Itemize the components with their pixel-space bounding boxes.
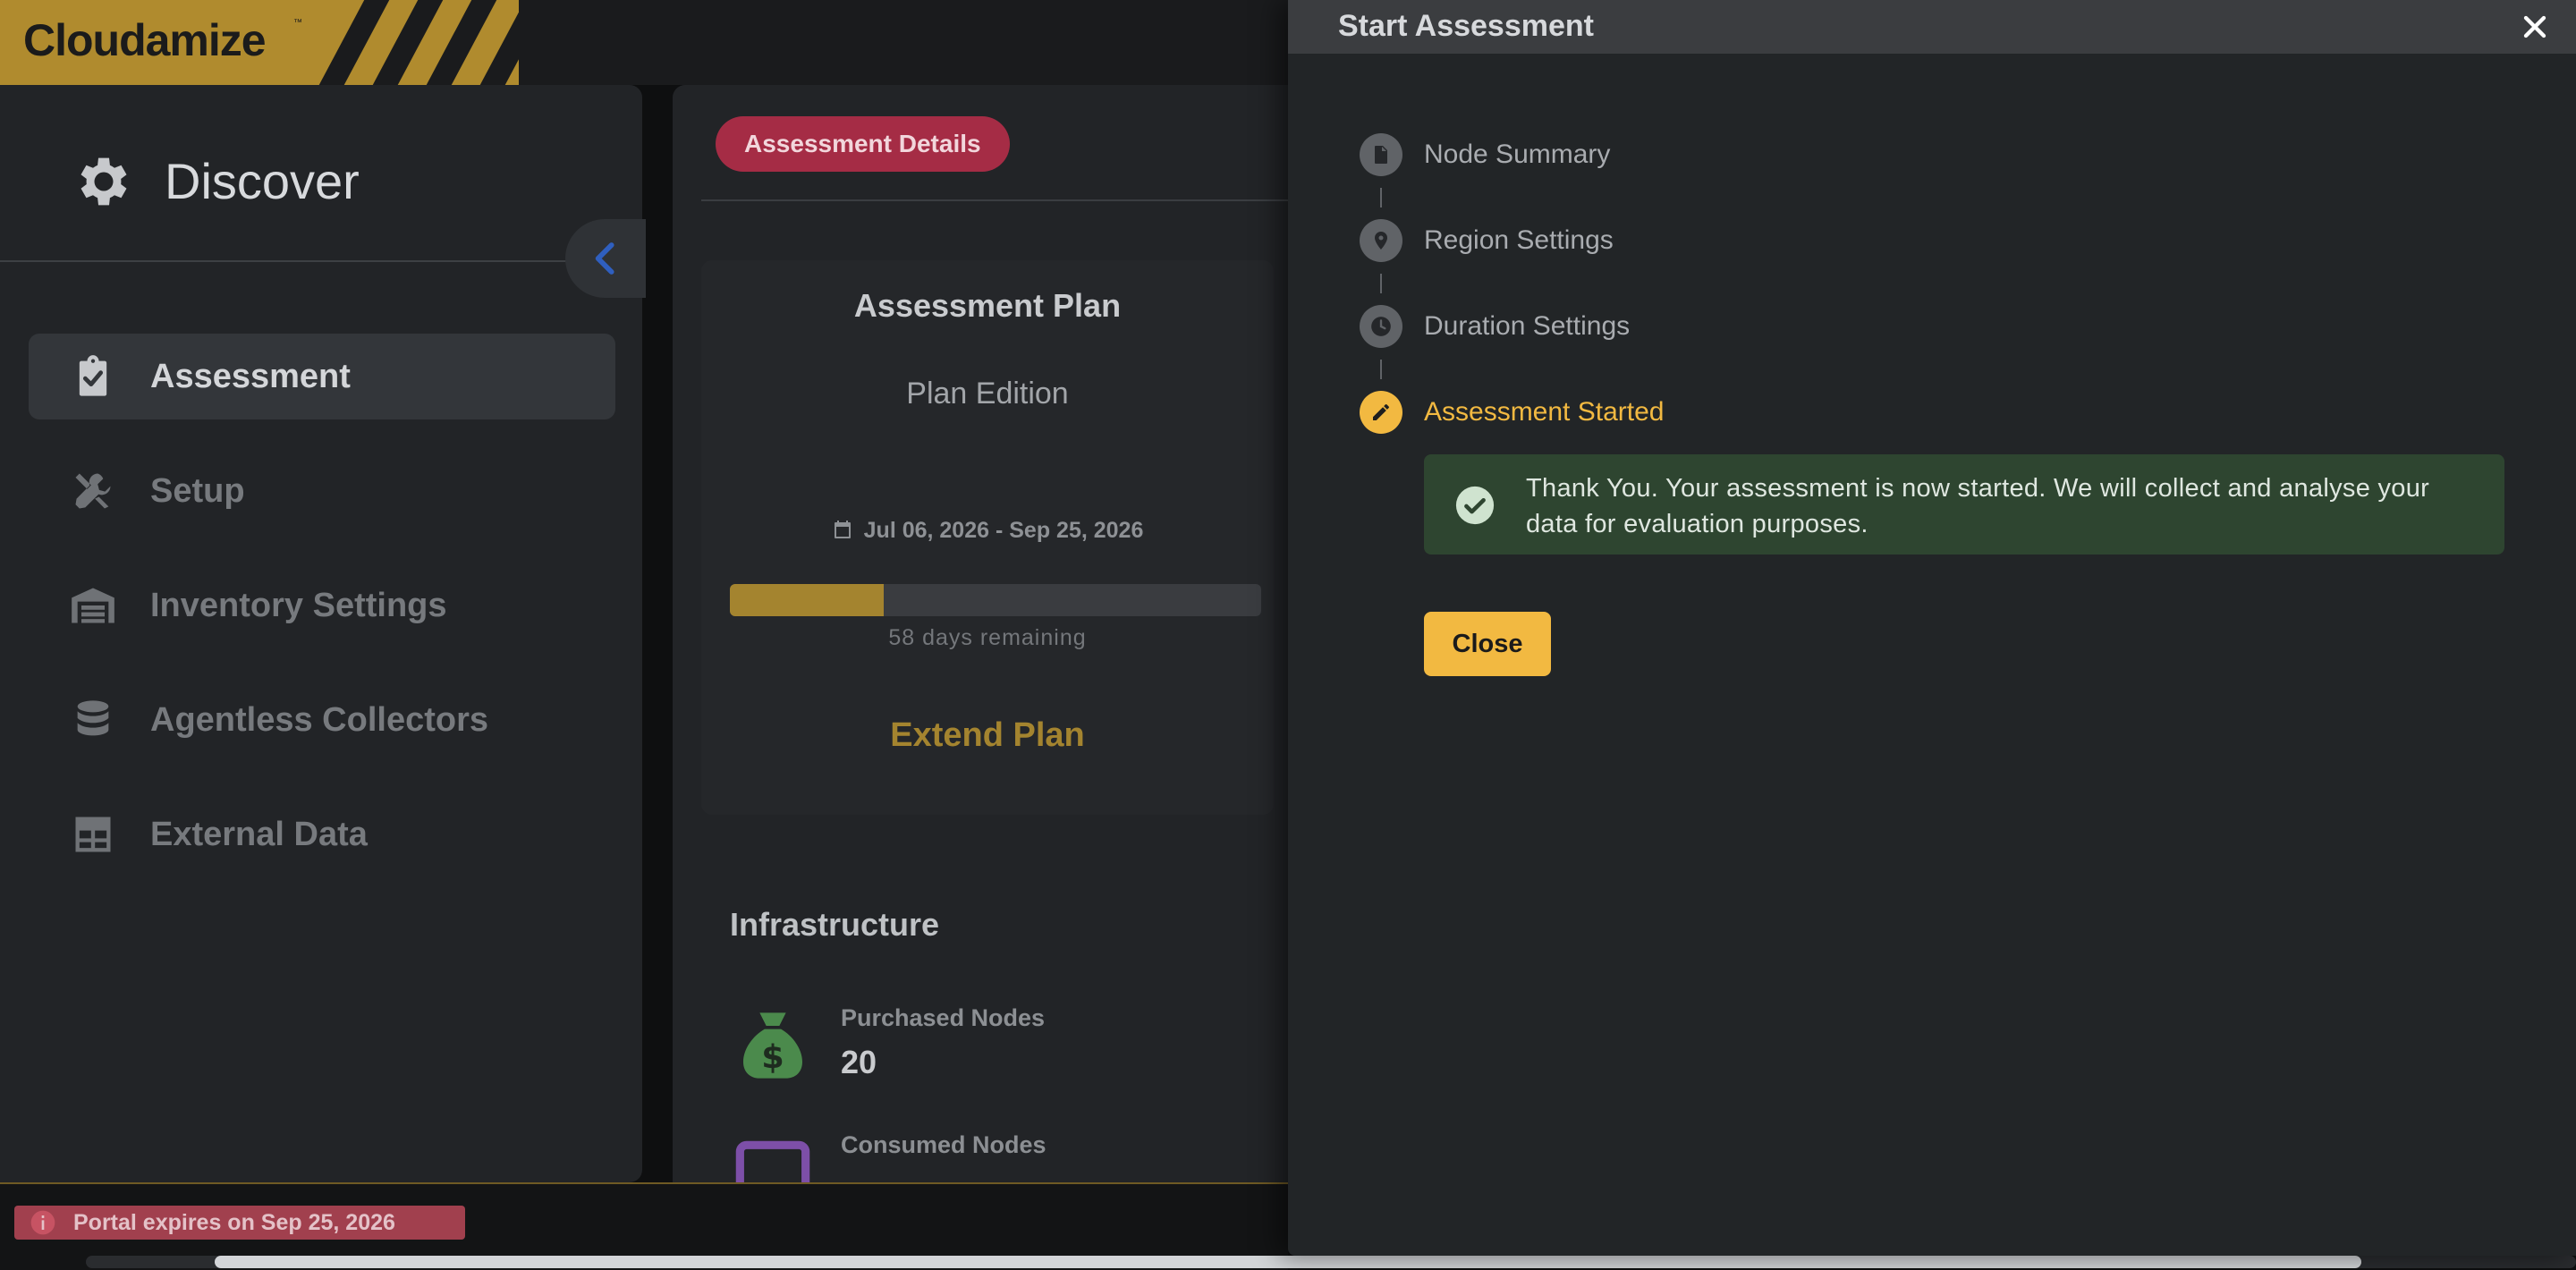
plan-progress-bar [730, 584, 1261, 616]
step-duration-settings: Duration Settings [1360, 304, 1630, 349]
step-region-settings: Region Settings [1360, 218, 1614, 263]
purchased-nodes-value: 20 [841, 1044, 877, 1080]
chevron-left-icon [595, 242, 614, 275]
step-assessment-started: Assessment Started [1360, 390, 1664, 435]
close-icon[interactable] [2517, 9, 2553, 45]
step-circle-active [1360, 391, 1402, 434]
sidebar-item-assessment[interactable]: Assessment [29, 334, 615, 419]
plan-progress-fill [730, 584, 885, 616]
infrastructure-title: Infrastructure [730, 906, 940, 943]
pencil-icon [1373, 403, 1389, 420]
step-node-summary: Node Summary [1360, 132, 1610, 177]
clock-icon [1371, 317, 1391, 336]
monitor-icon [735, 1140, 810, 1182]
sidebar-item-setup[interactable]: Setup [29, 448, 615, 534]
step-label: Region Settings [1424, 225, 1614, 255]
horizontal-scrollbar-thumb[interactable] [215, 1256, 2361, 1268]
purchased-nodes-label: Purchased Nodes [841, 1004, 1046, 1031]
days-remaining: 58 days remaining [888, 625, 1087, 650]
logo-text: Cloudamize [23, 15, 267, 65]
close-button[interactable]: Close [1424, 612, 1551, 676]
logo-trademark: ™ [293, 18, 302, 28]
consumed-nodes-label: Consumed Nodes [841, 1131, 1046, 1158]
database-icon [77, 700, 109, 736]
portal-expiry-text: Portal expires on Sep 25, 2026 [73, 1209, 395, 1235]
sidebar-item-agentless-collectors[interactable]: Agentless Collectors [29, 677, 615, 763]
extend-plan-link[interactable]: Extend Plan [701, 716, 1274, 755]
step-connector [1380, 360, 1382, 379]
step-connector [1380, 274, 1382, 293]
step-connector [1380, 188, 1382, 207]
step-label: Duration Settings [1424, 311, 1631, 341]
sidebar-item-label: Assessment [150, 357, 351, 395]
sidebar-item-label: Setup [150, 471, 245, 510]
step-circle [1360, 219, 1402, 262]
money-bag-icon: $ [743, 1012, 802, 1079]
modal-header: Start Assessment [1288, 0, 2576, 54]
sidebar-collapse-button[interactable] [565, 219, 646, 298]
table-grid-icon [75, 817, 111, 852]
assessment-plan-card: Assessment Plan Plan Edition Jul 06, 202… [701, 260, 1274, 815]
tools-icon [75, 473, 111, 509]
brand-logo[interactable]: Cloudamize ™ [0, 0, 519, 85]
sidebar: Discover Assessment Setup Inventory Sett… [0, 85, 646, 1182]
start-assessment-modal: Start Assessment Node Summary Region Set… [1288, 0, 2576, 1256]
sidebar-divider [0, 260, 572, 262]
warehouse-icon [72, 588, 114, 623]
info-icon [30, 1210, 55, 1235]
gear-icon [80, 157, 127, 206]
document-icon [1375, 146, 1387, 164]
step-label: Node Summary [1424, 140, 1611, 169]
clipboard-check-icon [79, 355, 107, 396]
calendar-icon [834, 521, 851, 538]
map-pin-icon [1375, 232, 1387, 250]
step-circle [1360, 305, 1402, 348]
success-message: Thank You. Your assessment is now starte… [1526, 474, 2430, 538]
assessment-details-tab[interactable]: Assessment Details [716, 116, 1010, 172]
sidebar-item-inventory-settings[interactable]: Inventory Settings [29, 563, 615, 648]
plan-title: Assessment Plan [853, 287, 1122, 324]
sidebar-item-label: Agentless Collectors [150, 700, 488, 739]
plan-edition: Plan Edition [906, 377, 1069, 411]
sidebar-title: Discover [165, 153, 360, 209]
sidebar-item-label: External Data [150, 815, 368, 853]
sidebar-item-external-data[interactable]: External Data [29, 792, 615, 877]
modal-title: Start Assessment [1338, 9, 1594, 43]
sidebar-item-label: Inventory Settings [150, 586, 447, 624]
portal-expiry-badge: Portal expires on Sep 25, 2026 [14, 1206, 465, 1240]
check-circle-icon [1455, 486, 1495, 525]
step-circle [1360, 133, 1402, 176]
plan-dates-text: Jul 06, 2026 - Sep 25, 2026 [863, 518, 1144, 543]
svg-text:$: $ [761, 1038, 784, 1077]
plan-date-range: Jul 06, 2026 - Sep 25, 2026 [701, 518, 1274, 544]
success-alert: Thank You. Your assessment is now starte… [1424, 454, 2504, 555]
step-label: Assessment Started [1424, 397, 1665, 427]
